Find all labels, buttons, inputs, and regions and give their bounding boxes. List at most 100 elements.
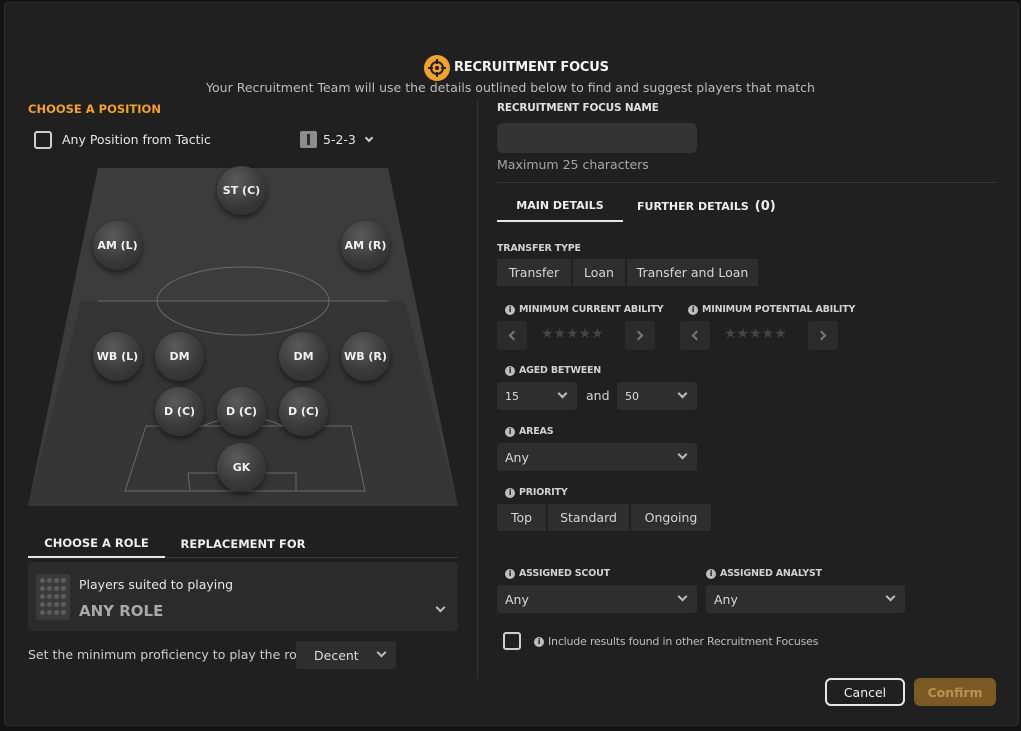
areas-text: AREAS (519, 426, 554, 437)
position-wb-r[interactable]: WB (R) (341, 332, 390, 381)
info-icon: i (688, 304, 698, 315)
chevron-down-icon (364, 133, 374, 143)
tab-main-details[interactable]: MAIN DETAILS (497, 190, 623, 222)
potential-ability-increase-button[interactable] (808, 321, 838, 350)
areas-label: i AREAS (505, 426, 554, 437)
age-and-label: and (586, 388, 610, 403)
min-potential-ability-text: MINIMUM POTENTIAL ABILITY (702, 304, 856, 315)
position-d-c-right[interactable]: D (C) (279, 387, 328, 436)
chevron-down-icon (557, 388, 568, 399)
priority-standard[interactable]: Standard (548, 504, 631, 531)
proficiency-value: Decent (314, 647, 359, 663)
role-selector[interactable]: Players suited to playing ANY ROLE (28, 562, 458, 631)
assigned-scout-value: Any (505, 591, 529, 607)
assigned-scout-dropdown[interactable]: Any (497, 585, 697, 613)
confirm-button[interactable]: Confirm (914, 678, 996, 706)
chevron-right-icon (633, 330, 644, 341)
cancel-button[interactable]: Cancel (825, 678, 905, 706)
current-ability-increase-button[interactable] (625, 321, 655, 350)
position-d-c-left[interactable]: D (C) (155, 387, 204, 436)
chevron-left-icon (691, 330, 702, 341)
min-current-ability-text: MINIMUM CURRENT ABILITY (519, 304, 664, 315)
info-icon: i (505, 304, 515, 315)
include-other-focuses-text: Include results found in other Recruitme… (548, 635, 819, 648)
choose-position-heading: CHOOSE A POSITION (28, 102, 161, 116)
priority-ongoing[interactable]: Ongoing (631, 504, 711, 531)
position-dm-left[interactable]: DM (155, 332, 204, 381)
formation-dropdown[interactable]: 5-2-3 (300, 131, 374, 148)
position-d-c-center[interactable]: D (C) (217, 387, 266, 436)
chevron-down-icon (376, 647, 387, 658)
age-max-value: 50 (625, 389, 639, 403)
column-divider (477, 100, 478, 678)
tab-replacement-for[interactable]: REPLACEMENT FOR (176, 530, 310, 558)
priority-text: PRIORITY (519, 487, 568, 498)
current-ability-decrease-button[interactable] (497, 321, 527, 350)
any-position-checkbox[interactable] (34, 131, 52, 149)
potential-ability-decrease-button[interactable] (680, 321, 710, 350)
role-selected-value: ANY ROLE (79, 602, 164, 620)
further-details-label: FURTHER DETAILS (637, 199, 749, 213)
info-icon: i (706, 568, 716, 579)
priority-top[interactable]: Top (497, 504, 548, 531)
dialog-title: RECRUITMENT FOCUS (454, 60, 609, 75)
assigned-analyst-dropdown[interactable]: Any (706, 585, 905, 613)
priority-segmented: Top Standard Ongoing (497, 504, 711, 531)
chevron-down-icon (677, 591, 688, 602)
tab-choose-role[interactable]: CHOOSE A ROLE (28, 530, 165, 558)
areas-dropdown[interactable]: Any (497, 443, 697, 471)
focus-name-hint: Maximum 25 characters (497, 157, 649, 172)
tab-further-details[interactable]: FURTHER DETAILS (0) (637, 190, 787, 222)
include-other-focuses-checkbox[interactable] (503, 632, 521, 650)
age-min-value: 15 (505, 389, 519, 403)
position-st-c[interactable]: ST (C) (217, 166, 266, 215)
transfer-type-transfer-and-loan[interactable]: Transfer and Loan (627, 259, 758, 286)
transfer-type-transfer[interactable]: Transfer (497, 259, 573, 286)
info-icon: i (534, 636, 544, 647)
assigned-scout-label: i ASSIGNED SCOUT (505, 568, 610, 579)
position-am-l[interactable]: AM (L) (93, 221, 142, 270)
role-formation-icon (36, 574, 70, 620)
chevron-down-icon (435, 602, 446, 613)
transfer-type-segmented: Transfer Loan Transfer and Loan (497, 259, 758, 286)
position-gk[interactable]: GK (217, 443, 266, 492)
priority-label: i PRIORITY (505, 487, 568, 498)
aged-between-label: i AGED BETWEEN (505, 365, 601, 376)
divider (497, 182, 996, 183)
position-wb-l[interactable]: WB (L) (93, 332, 142, 381)
assigned-analyst-text: ASSIGNED ANALYST (720, 568, 822, 579)
role-suited-label: Players suited to playing (79, 577, 234, 592)
info-icon: i (505, 365, 515, 376)
assigned-analyst-label: i ASSIGNED ANALYST (706, 568, 822, 579)
crosshair-icon (424, 55, 450, 81)
min-current-ability-label: i MINIMUM CURRENT ABILITY (505, 304, 664, 315)
position-am-r[interactable]: AM (R) (341, 221, 390, 270)
age-max-dropdown[interactable]: 50 (617, 382, 697, 410)
transfer-type-loan[interactable]: Loan (573, 259, 627, 286)
min-potential-ability-label: i MINIMUM POTENTIAL ABILITY (688, 304, 855, 315)
formation-value: 5-2-3 (323, 132, 356, 147)
chevron-down-icon (885, 591, 896, 602)
current-ability-stars[interactable]: ★★★★★ (541, 326, 604, 342)
assigned-scout-text: ASSIGNED SCOUT (519, 568, 610, 579)
formation-icon (300, 131, 317, 148)
assigned-analyst-value: Any (714, 591, 738, 607)
areas-value: Any (505, 449, 529, 465)
chevron-down-icon (677, 388, 688, 399)
chevron-right-icon (816, 330, 827, 341)
proficiency-label: Set the minimum proficiency to play the … (28, 647, 308, 662)
detail-tabs: MAIN DETAILS FURTHER DETAILS (0) (497, 190, 797, 222)
focus-name-label: RECRUITMENT FOCUS NAME (497, 102, 659, 114)
potential-ability-stars[interactable]: ★★★★★ (724, 326, 787, 342)
aged-between-text: AGED BETWEEN (519, 365, 602, 376)
info-icon: i (505, 426, 515, 437)
transfer-type-label: TRANSFER TYPE (497, 243, 581, 254)
position-dm-right[interactable]: DM (279, 332, 328, 381)
proficiency-dropdown[interactable]: Decent (296, 641, 396, 669)
focus-name-input[interactable] (497, 123, 697, 153)
info-icon: i (505, 568, 515, 579)
chevron-down-icon (677, 449, 688, 460)
dialog-subtitle: Your Recruitment Team will use the detai… (206, 80, 815, 95)
include-other-focuses-label: i Include results found in other Recruit… (534, 635, 818, 648)
age-min-dropdown[interactable]: 15 (497, 382, 577, 410)
